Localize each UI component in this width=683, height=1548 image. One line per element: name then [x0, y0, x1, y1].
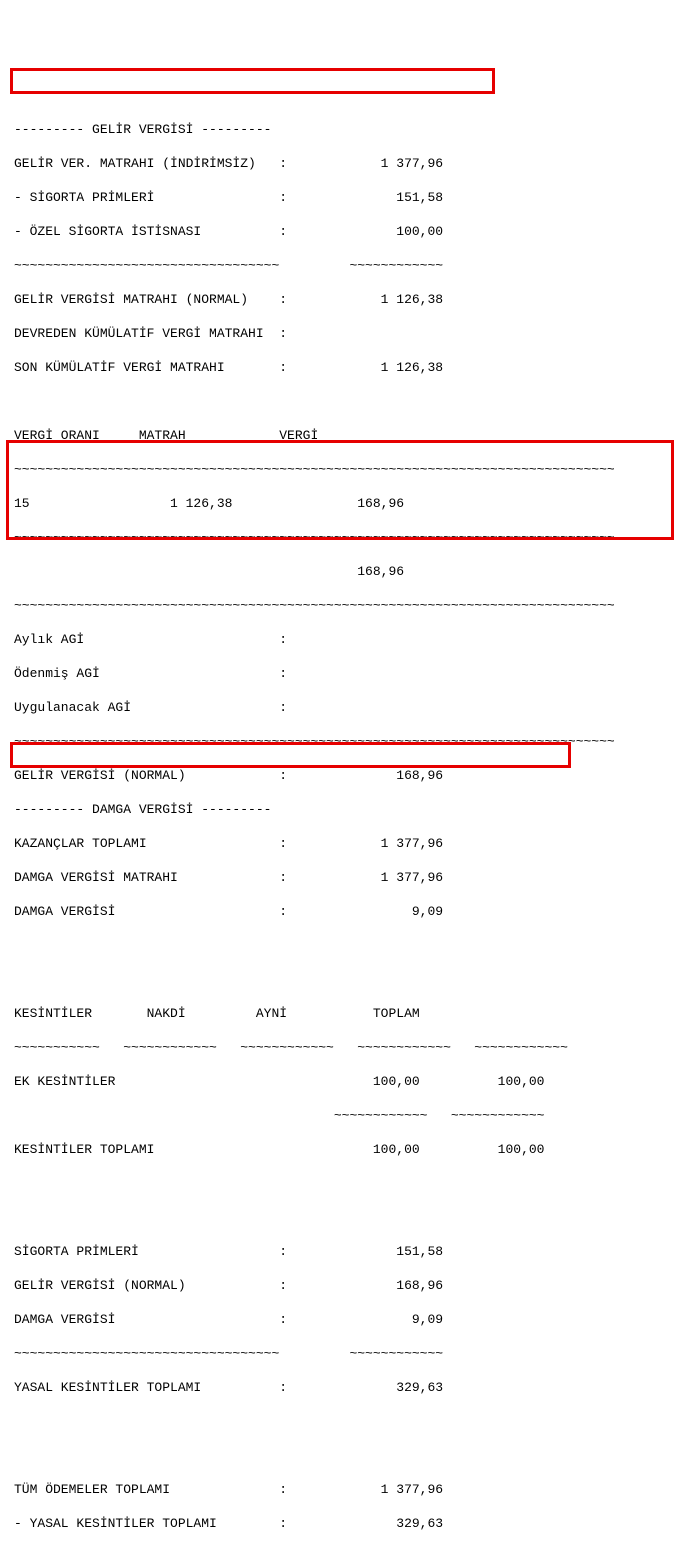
row-aylik-agi: Aylık AGİ :: [14, 631, 677, 648]
blank-3: [14, 971, 677, 988]
row-son-kumulatif: SON KÜMÜLATİF VERGİ MATRAHI : 1 126,38: [14, 359, 677, 376]
row-oran-15: 15 1 126,38 168,96: [14, 495, 677, 512]
row-yasal-kesintiler-minus: - YASAL KESİNTİLER TOPLAMI : 329,63: [14, 1515, 677, 1532]
sep: ~~~~~~~~~~~~~~~~~~~~~~~~~~~~~~~~~~~~~~~~…: [14, 733, 677, 750]
blank-6: [14, 1413, 677, 1430]
sep: ~~~~~~~~~~~~~~~~~~~~~~~~~~~~~~~~~~~~~~~~…: [14, 529, 677, 546]
blank-4: [14, 1175, 677, 1192]
sep: ~~~~~~~~~~~~~~~~~~~~~~~~~~~~~~~~~~~~~~~~…: [14, 597, 677, 614]
row-yasal-kesintiler-top: YASAL KESİNTİLER TOPLAMI : 329,63: [14, 1379, 677, 1396]
row-sigorta-primleri: SİGORTA PRİMLERİ : 151,58: [14, 1243, 677, 1260]
blank-5: [14, 1209, 677, 1226]
row-vergi-total: 168,96: [14, 563, 677, 580]
row-gelir-vergisi-normal-2: GELİR VERGİSİ (NORMAL) : 168,96: [14, 1277, 677, 1294]
row-damga-vergisi-2: DAMGA VERGİSİ : 9,09: [14, 1311, 677, 1328]
row-damga-vergisi: DAMGA VERGİSİ : 9,09: [14, 903, 677, 920]
row-gvm-indirimsiz: GELİR VER. MATRAHI (İNDİRİMSİZ) : 1 377,…: [14, 155, 677, 172]
sep: ~~~~~~~~~~~ ~~~~~~~~~~~~ ~~~~~~~~~~~~ ~~…: [14, 1039, 677, 1056]
row-uygulanacak-agi: Uygulanacak AGİ :: [14, 699, 677, 716]
sep: ~~~~~~~~~~~~~~~~~~~~~~~~~~~~~~~~~~ ~~~~~…: [14, 1345, 677, 1362]
row-gvm-normal: GELİR VERGİSİ MATRAHI (NORMAL) : 1 126,3…: [14, 291, 677, 308]
header-kesintiler: KESİNTİLER NAKDİ AYNİ TOPLAM: [14, 1005, 677, 1022]
row-devreden-kumulatif: DEVREDEN KÜMÜLATİF VERGİ MATRAHI :: [14, 325, 677, 342]
row-ozel-sigorta-istisnasi: - ÖZEL SİGORTA İSTİSNASI : 100,00: [14, 223, 677, 240]
blank-1: [14, 393, 677, 410]
row-ek-kesintiler: EK KESİNTİLER 100,00 100,00: [14, 1073, 677, 1090]
section-damga-vergisi: --------- DAMGA VERGİSİ ---------: [14, 801, 677, 818]
row-tum-odemeler-toplami: TÜM ÖDEMELER TOPLAMI : 1 377,96: [14, 1481, 677, 1498]
row-damga-vergisi-matrahi: DAMGA VERGİSİ MATRAHI : 1 377,96: [14, 869, 677, 886]
row-sigorta-primleri-minus: - SİGORTA PRİMLERİ : 151,58: [14, 189, 677, 206]
row-kazanclar-toplami: KAZANÇLAR TOPLAMI : 1 377,96: [14, 835, 677, 852]
row-odenmis-agi: Ödenmiş AGİ :: [14, 665, 677, 682]
header-vergi-orani: VERGİ ORANI MATRAH VERGİ: [14, 427, 677, 444]
sep: ~~~~~~~~~~~~~~~~~~~~~~~~~~~~~~~~~~~~~~~~…: [14, 461, 677, 478]
highlight-ozel-sigorta: [10, 68, 495, 94]
sep: ~~~~~~~~~~~~ ~~~~~~~~~~~~: [14, 1107, 677, 1124]
row-kesintiler-toplami: KESİNTİLER TOPLAMI 100,00 100,00: [14, 1141, 677, 1158]
payroll-report: --------- GELİR VERGİSİ --------- GELİR …: [0, 0, 683, 1548]
blank-7: [14, 1447, 677, 1464]
row-gelir-vergisi-normal: GELİR VERGİSİ (NORMAL) : 168,96: [14, 767, 677, 784]
section-gelir-vergisi: --------- GELİR VERGİSİ ---------: [14, 121, 677, 138]
sep: ~~~~~~~~~~~~~~~~~~~~~~~~~~~~~~~~~~ ~~~~~…: [14, 257, 677, 274]
highlight-kesintiler: [6, 440, 674, 540]
blank-2: [14, 937, 677, 954]
